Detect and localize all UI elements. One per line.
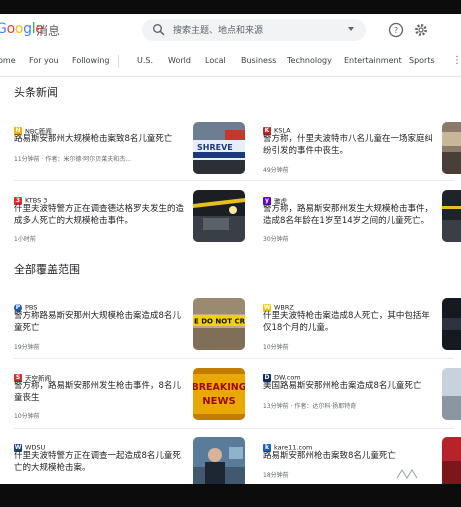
story-thumbnail[interactable] — [442, 122, 461, 174]
breaking-line-2: NEWS — [202, 396, 235, 407]
story-divider — [14, 358, 454, 359]
story-divider — [14, 180, 454, 181]
story-thumbnail[interactable] — [193, 437, 245, 484]
search-bar[interactable]: 搜索主题、地点和来源 — [142, 19, 366, 41]
story-headline[interactable]: 什里夫波特警方正在调查一起造成8名儿童死亡的大规模枪击案。 — [14, 450, 184, 474]
search-icon — [153, 24, 165, 36]
story-headline[interactable]: 警方称，路易斯安那州发生大规模枪击事件，造成8名年龄在1岁至14岁之间的儿童死亡… — [263, 203, 433, 227]
story-thumbnail[interactable] — [442, 298, 461, 350]
screen-top-bezel — [0, 0, 461, 14]
story-thumbnail[interactable] — [442, 190, 461, 242]
tab-local[interactable]: Local — [205, 56, 226, 65]
tab-technology[interactable]: Technology — [287, 56, 332, 65]
tab-business[interactable]: Business — [241, 56, 276, 65]
topic-nav: ome For you Following U.S. World Local B… — [0, 49, 461, 73]
story-meta: 10分钟前 — [263, 344, 289, 351]
story-thumbnail[interactable] — [442, 368, 461, 420]
tape-text: E DO NOT CROSS — [194, 318, 245, 326]
logo-suffix: 消息 — [36, 24, 61, 38]
tab-world[interactable]: World — [168, 56, 191, 65]
tab-sports[interactable]: Sports — [409, 56, 435, 65]
story-divider — [14, 428, 454, 429]
story-headline[interactable]: 警方称，什里夫波特市八名儿童在一场家庭纠纷引发的事件中丧生。 — [263, 133, 433, 157]
svg-text:SHREVE: SHREVE — [197, 143, 233, 152]
story-meta: 19分钟前 — [14, 344, 40, 351]
section-title-full: 全部覆盖范围 — [14, 263, 80, 276]
story-meta: 49分钟前 — [263, 167, 289, 174]
breaking-line-1: BREAKING — [193, 382, 245, 393]
story-thumbnail[interactable] — [193, 190, 245, 242]
section-title-top: 头条新闻 — [14, 86, 58, 99]
news-window: Google 消息 搜索主题、地点和来源 ? ome For you Follo… — [0, 0, 461, 484]
help-icon[interactable]: ? — [388, 22, 404, 38]
story-meta: 30分钟前 — [263, 236, 289, 243]
tab-for-you[interactable]: For you — [29, 56, 59, 65]
chevron-down-icon[interactable] — [348, 27, 354, 31]
story-meta: 11分钟前 · 作者：米尔德·阿尔贝莱夫和杰... — [14, 156, 131, 163]
story-headline[interactable]: 警方称，路易斯安那州发生枪击事件，8名儿童丧生 — [14, 380, 184, 404]
tab-entertainment[interactable]: Entertainment — [344, 56, 402, 65]
story-headline[interactable]: 路易斯安那州大规模枪击案致8名儿童死亡 — [14, 133, 184, 145]
tab-home[interactable]: ome — [0, 56, 16, 65]
story-headline[interactable]: 美国路易斯安那州枪击案造成8名儿童死亡 — [263, 380, 433, 392]
tab-following[interactable]: Following — [72, 56, 109, 65]
tab-us[interactable]: U.S. — [137, 56, 153, 65]
screen-bottom-bezel — [0, 484, 461, 507]
story-headline[interactable]: 警方称路易斯安那州大规模枪击案造成8名儿童死亡 — [14, 310, 184, 334]
story-meta: 13分钟前 · 作者：达尔科·扬耶特奇 — [263, 403, 357, 410]
gear-icon[interactable] — [413, 22, 429, 38]
app-header: Google 消息 搜索主题、地点和来源 ? — [0, 14, 461, 46]
story-thumbnail[interactable]: E DO NOT CROSS — [193, 298, 245, 350]
search-placeholder: 搜索主题、地点和来源 — [173, 26, 264, 36]
svg-text:?: ? — [394, 26, 398, 35]
nav-divider — [118, 55, 119, 68]
story-headline[interactable]: 什里夫波特警方正在调查德达格罗夫发生的造成多人死亡的大规模枪击事件。 — [14, 203, 184, 227]
story-meta: 10分钟前 — [14, 413, 40, 420]
story-meta: 1小时前 — [14, 236, 36, 243]
story-thumbnail[interactable] — [442, 437, 461, 484]
story-thumbnail[interactable]: SHREVE — [193, 122, 245, 174]
nav-divider-line — [0, 76, 461, 77]
story-headline[interactable]: 路易斯安那州枪击案致8名儿童死亡 — [263, 450, 433, 462]
story-thumbnail[interactable]: BREAKING NEWS — [193, 368, 245, 420]
story-meta: 18分钟前 — [263, 472, 289, 479]
more-vert-icon[interactable]: ⋮ — [452, 55, 461, 66]
story-headline[interactable]: 什里夫波特枪击案造成8人死亡，其中包括年仅18个月的儿童。 — [263, 310, 433, 334]
scroll-indicator-icon — [396, 469, 418, 479]
